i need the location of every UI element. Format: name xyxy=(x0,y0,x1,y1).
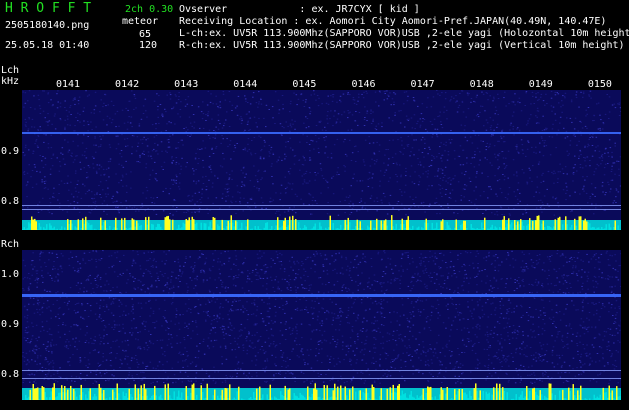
signal-trace-2 xyxy=(22,378,621,379)
signal-trace-1 xyxy=(22,370,621,371)
app-title: H R O F F T xyxy=(5,1,92,16)
rch-info-line: R-ch:ex. UV5R 113.900Mhz(SAPPORO VOR)USB… xyxy=(179,40,625,51)
time-tick-0146: 0146 xyxy=(351,79,376,90)
rch-tick-0-8: 0.8 xyxy=(1,369,20,380)
datetime-label: 25.05.18 01:40 xyxy=(5,40,90,51)
count-r-label: 120 xyxy=(139,40,158,51)
signal-trace-1 xyxy=(22,205,621,206)
observer-line: Ovserver : ex. JR7CYX [ kid ] xyxy=(179,4,420,15)
time-tick-0144: 0144 xyxy=(233,79,258,90)
time-tick-0142: 0142 xyxy=(115,79,140,90)
location-line: Receiving Location : ex. Aomori City Aom… xyxy=(179,16,607,27)
time-tick-0147: 0147 xyxy=(410,79,435,90)
time-tick-0150: 0150 xyxy=(587,79,612,90)
time-tick-0145: 0145 xyxy=(292,79,317,90)
time-tick-0148: 0148 xyxy=(469,79,494,90)
rch-waterfall xyxy=(22,250,621,400)
version-label: 2ch 0.30 xyxy=(125,4,174,15)
signal-trace-0 xyxy=(22,132,621,134)
rch-tick-1-0: 1.0 xyxy=(1,269,20,280)
time-tick-0141: 0141 xyxy=(55,79,81,90)
time-tick-0143: 0143 xyxy=(174,79,199,90)
lch-tick-0-9: 0.9 xyxy=(1,146,20,157)
rch-tick-0-9: 0.9 xyxy=(1,319,20,330)
lch-info-line: L-ch:ex. UV5R 113.900Mhz(SAPPORO VOR)USB… xyxy=(179,28,629,39)
lch-label: Lch xyxy=(1,65,20,76)
lch-waterfall xyxy=(22,90,621,230)
signal-trace-0 xyxy=(22,294,621,297)
lch-tick-0-8: 0.8 xyxy=(1,196,20,207)
khz-unit-label: kHz xyxy=(1,76,20,87)
time-tick-0149: 0149 xyxy=(528,79,553,90)
rch-label: Rch xyxy=(1,239,20,250)
filename-label: 2505180140.png xyxy=(5,20,90,31)
mode-label: meteor xyxy=(122,16,159,27)
waterfall-background xyxy=(22,250,621,400)
activity-base xyxy=(22,388,621,400)
signal-trace-2 xyxy=(22,209,621,210)
